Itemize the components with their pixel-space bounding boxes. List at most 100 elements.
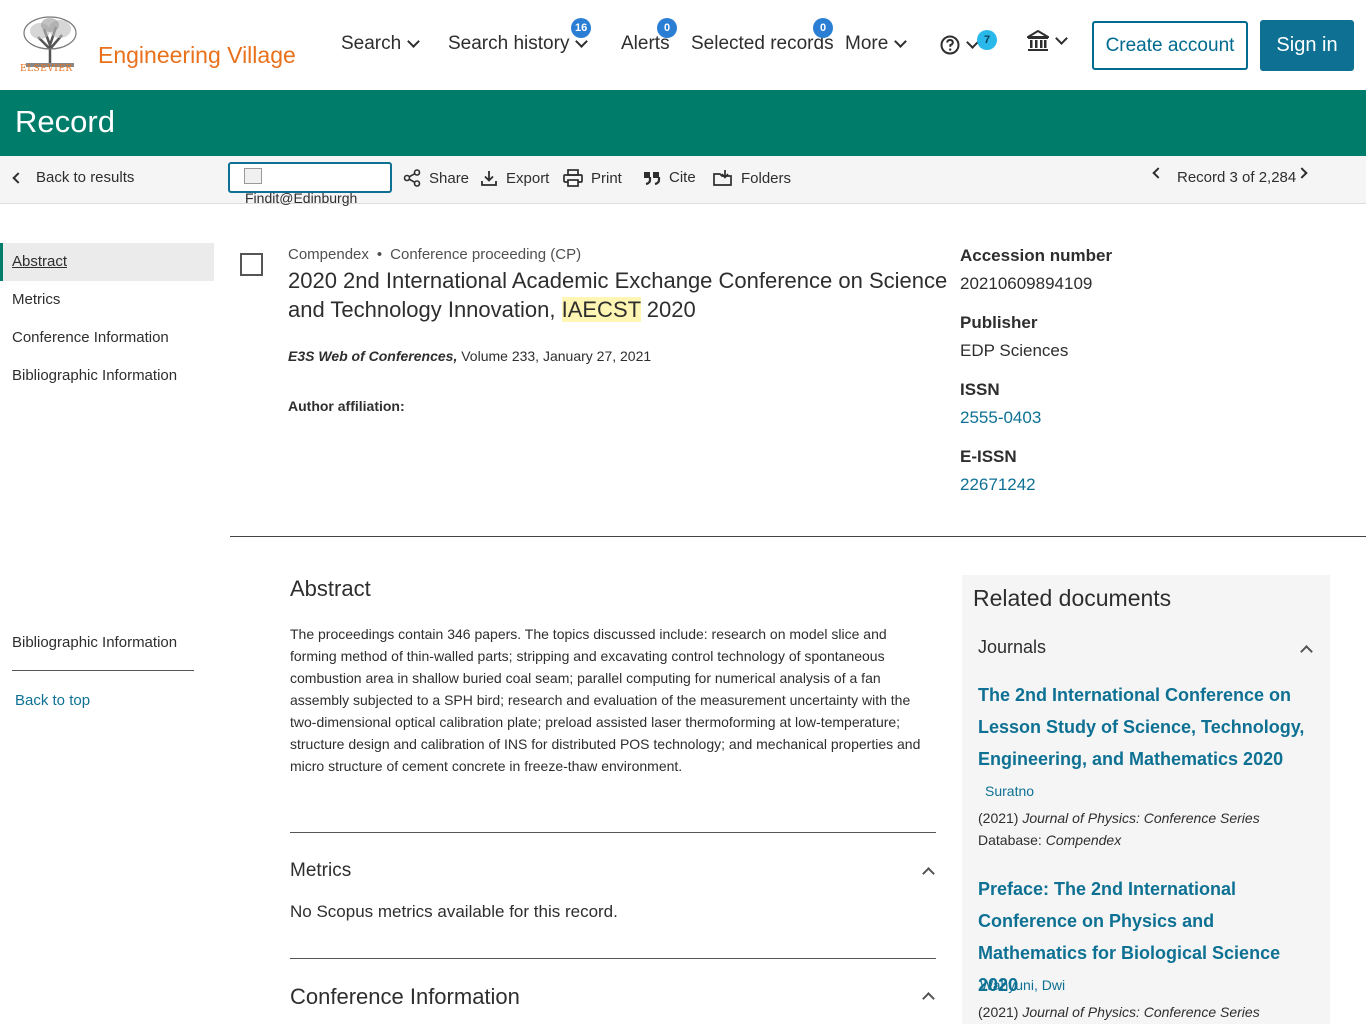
chevron-up-icon[interactable] xyxy=(922,992,935,1005)
section-nav-abstract[interactable]: Abstract xyxy=(0,243,214,281)
related-doc-author[interactable]: Suratno xyxy=(985,783,1034,799)
page-title: Record xyxy=(15,104,115,139)
issn-label: ISSN xyxy=(960,380,1000,399)
section-nav: Abstract Metrics Conference Information … xyxy=(0,243,214,395)
broken-image-icon xyxy=(244,168,262,184)
print-button[interactable]: Print xyxy=(563,169,622,187)
record-counter: Record 3 of 2,284 xyxy=(1177,169,1297,186)
quote-icon xyxy=(644,171,661,185)
section-nav-conference-information[interactable]: Conference Information xyxy=(0,319,214,357)
export-label: Export xyxy=(506,169,550,187)
nav-search-history-label: Search history xyxy=(448,33,570,54)
help-menu[interactable] xyxy=(940,35,979,55)
findit-label: Findit@Edinburgh xyxy=(245,190,358,206)
source-journal[interactable]: E3S Web of Conferences, xyxy=(288,348,457,364)
eissn-link[interactable]: 22671242 xyxy=(960,475,1340,495)
record-title: 2020 2nd International Academic Exchange… xyxy=(288,266,948,324)
selected-records-badge: 0 xyxy=(813,18,833,38)
eissn-label: E-ISSN xyxy=(960,447,1017,466)
record-source: E3S Web of Conferences, Volume 233, Janu… xyxy=(288,348,651,364)
nav-search[interactable]: Search xyxy=(341,33,421,55)
share-icon xyxy=(403,169,421,187)
related-doc-source: (2021) Journal of Physics: Conference Se… xyxy=(978,1004,1260,1020)
back-to-top-link[interactable]: Back to top xyxy=(15,692,90,709)
accession-number-value: 20210609894109 xyxy=(960,274,1093,293)
record-toolbar: Back to results Share Export Print Cite … xyxy=(0,156,1366,204)
related-doc-source: (2021) Journal of Physics: Conference Se… xyxy=(978,810,1260,826)
record-breadcrumb: Compendex • Conference proceeding (CP) xyxy=(288,246,582,263)
back-to-results-link[interactable]: Back to results xyxy=(12,169,135,186)
institution-menu[interactable] xyxy=(1027,30,1068,52)
related-documents-heading: Related documents xyxy=(973,585,1172,611)
previous-record-button[interactable] xyxy=(1152,167,1164,179)
back-to-results-label: Back to results xyxy=(36,169,135,186)
institution-icon xyxy=(1027,30,1049,51)
elsevier-wordmark: ELSEVIER xyxy=(20,64,73,74)
divider xyxy=(12,670,194,671)
next-record-button[interactable] xyxy=(1296,167,1308,179)
nav-more-label: More xyxy=(845,33,889,54)
related-doc-author[interactable]: Wahyuni, Dwi xyxy=(980,977,1065,993)
chevron-down-icon xyxy=(1055,32,1068,45)
database-label: Compendex xyxy=(288,246,369,263)
sign-in-button[interactable]: Sign in xyxy=(1260,20,1354,71)
abstract-heading: Abstract xyxy=(290,576,371,601)
author-affiliation-label: Author affiliation: xyxy=(288,398,405,414)
conference-information-heading[interactable]: Conference Information xyxy=(290,984,520,1010)
nav-search-history[interactable]: Search history xyxy=(448,33,589,55)
search-history-badge: 16 xyxy=(571,18,592,38)
issn-link[interactable]: 2555-0403 xyxy=(960,408,1340,428)
nav-more[interactable]: More xyxy=(845,33,908,55)
chevron-down-icon xyxy=(894,35,908,48)
chevron-right-icon xyxy=(1296,167,1308,179)
sticky-nav-bibliographic-information[interactable]: Bibliographic Information xyxy=(12,634,177,651)
related-documents-panel: Related documents Journals The 2nd Inter… xyxy=(962,575,1330,1024)
section-nav-bibliographic-information[interactable]: Bibliographic Information xyxy=(0,357,214,395)
record-title-highlight: IAECST xyxy=(561,297,641,322)
page-title-bar: Record xyxy=(0,90,1366,156)
alerts-badge: 0 xyxy=(657,18,677,38)
chevron-down-icon xyxy=(407,35,421,48)
chevron-left-icon xyxy=(12,171,24,184)
export-button[interactable]: Export xyxy=(480,169,549,187)
related-journals-toggle[interactable]: Journals xyxy=(978,637,1046,658)
help-icon xyxy=(940,35,960,55)
related-doc-database-value: Compendex xyxy=(1045,832,1122,848)
folder-add-icon xyxy=(713,170,732,186)
doc-type-label: Conference proceeding (CP) xyxy=(390,246,582,263)
related-doc-year: (2021) xyxy=(978,1004,1019,1020)
chevron-up-icon[interactable] xyxy=(1300,645,1313,658)
help-badge: 7 xyxy=(977,30,997,50)
chevron-left-icon xyxy=(1152,167,1164,179)
metrics-heading[interactable]: Metrics xyxy=(290,860,351,882)
folders-button[interactable]: Folders xyxy=(713,169,791,187)
accession-number-label: Accession number xyxy=(960,246,1113,265)
nav-selected-records[interactable]: Selected records xyxy=(691,33,834,55)
divider xyxy=(230,536,1366,537)
publisher-label: Publisher xyxy=(960,313,1038,332)
download-icon xyxy=(481,171,497,186)
brand-name[interactable]: Engineering Village xyxy=(98,42,296,69)
nav-search-label: Search xyxy=(341,33,402,54)
section-nav-metrics[interactable]: Metrics xyxy=(0,281,214,319)
select-record-checkbox[interactable] xyxy=(240,253,263,276)
publisher-value: EDP Sciences xyxy=(960,341,1069,360)
top-header: ELSEVIER Engineering Village Search Sear… xyxy=(0,0,1366,90)
cite-label: Cite xyxy=(669,169,696,186)
chevron-up-icon[interactable] xyxy=(922,867,935,880)
share-button[interactable]: Share xyxy=(403,169,469,187)
source-detail: Volume 233, January 27, 2021 xyxy=(457,348,652,364)
abstract-text: The proceedings contain 346 papers. The … xyxy=(290,626,921,774)
create-account-button[interactable]: Create account xyxy=(1092,21,1248,70)
print-label: Print xyxy=(591,169,622,187)
related-doc-journal: Journal of Physics: Conference Series xyxy=(1022,1004,1260,1020)
share-label: Share xyxy=(429,169,470,187)
folders-label: Folders xyxy=(741,169,792,187)
record-title-part: 2020 xyxy=(640,297,696,322)
print-icon xyxy=(563,169,583,187)
metrics-text: No Scopus metrics available for this rec… xyxy=(290,902,618,921)
cite-button[interactable]: Cite xyxy=(643,169,696,186)
divider xyxy=(290,832,936,833)
related-doc-title[interactable]: The 2nd International Conference on Less… xyxy=(978,679,1318,775)
related-doc-journal: Journal of Physics: Conference Series xyxy=(1022,810,1260,826)
